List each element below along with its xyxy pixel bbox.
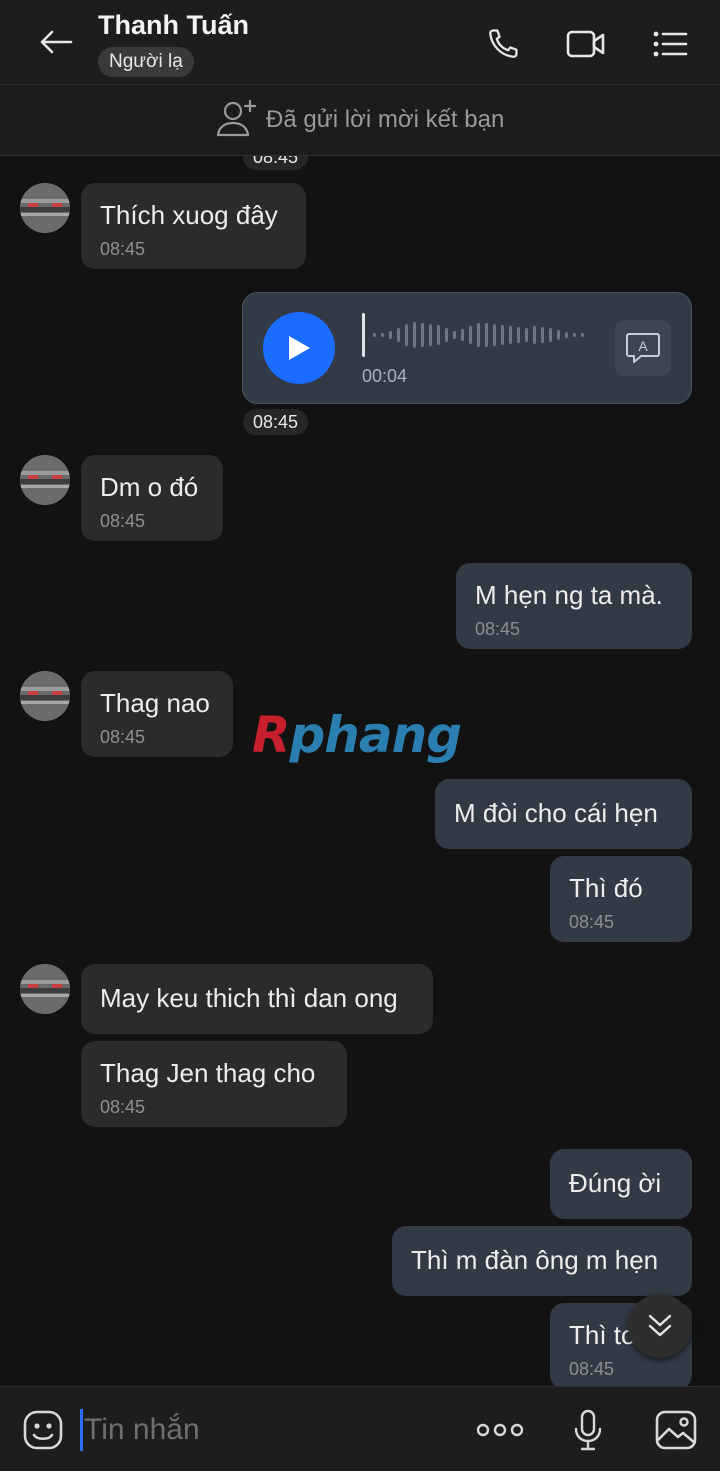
add-friend-icon — [216, 99, 257, 137]
contact-avatar[interactable] — [20, 671, 70, 721]
scroll-to-bottom-button[interactable] — [628, 1294, 692, 1358]
sticker-smiley-icon — [23, 1410, 63, 1450]
chat-options-button[interactable] — [650, 24, 690, 64]
message-input-bar — [0, 1386, 720, 1471]
voice-record-button[interactable] — [566, 1407, 610, 1453]
contact-name[interactable]: Thanh Tuấn — [98, 10, 249, 41]
message-bubble[interactable]: May keu thich thì dan ong — [81, 964, 433, 1034]
double-chevron-down-icon — [648, 1314, 672, 1337]
list-menu-icon — [653, 31, 688, 57]
more-dots-icon — [476, 1423, 524, 1437]
image-gallery-icon — [655, 1410, 697, 1450]
contact-avatar[interactable] — [20, 183, 70, 233]
message-time: 08:45 — [569, 912, 615, 932]
message-text: Thì m đàn ông m hẹn — [411, 1245, 659, 1275]
voice-message-bubble[interactable]: 00:04 A — [242, 292, 692, 404]
voice-call-button[interactable] — [483, 24, 523, 64]
message-bubble[interactable]: Đúng ời — [550, 1149, 692, 1219]
message-text: Thag Jen thag cho — [100, 1058, 316, 1088]
message-bubble[interactable]: M hẹn ng ta mà. 08:45 — [456, 563, 692, 649]
message-text: Đúng ời — [569, 1168, 662, 1198]
message-bubble[interactable]: Thì đó 08:45 — [550, 856, 692, 942]
message-bubble[interactable]: Thích xuog đây 08:45 — [81, 183, 306, 269]
sticker-button[interactable] — [20, 1408, 66, 1452]
message-text: Thích xuog đây — [100, 200, 278, 230]
phone-icon — [489, 29, 518, 58]
voice-duration: 00:04 — [362, 366, 408, 386]
video-call-button[interactable] — [566, 24, 606, 64]
time-chip: 08:45 — [243, 409, 309, 435]
message-bubble[interactable]: Thag nao 08:45 — [81, 671, 233, 757]
message-text: M hẹn ng ta mà. — [475, 580, 663, 610]
message-bubble[interactable]: Dm o đó 08:45 — [81, 455, 223, 541]
play-button[interactable] — [263, 312, 335, 384]
chat-header: Thanh Tuấn Người lạ — [0, 0, 720, 84]
message-time: 08:45 — [100, 511, 146, 531]
video-camera-icon — [566, 30, 605, 58]
arrow-left-icon — [40, 30, 73, 54]
svg-text:A: A — [638, 338, 648, 354]
microphone-icon — [574, 1409, 602, 1451]
watermark-logo: Rphang — [252, 706, 462, 764]
message-list[interactable]: 08:45 Thích xuog đây 08:45 00:04 A 08:45… — [0, 156, 720, 1386]
friend-request-bar: Đã gửi lời mời kết bạn — [0, 84, 720, 156]
message-text: Dm o đó — [100, 472, 199, 502]
message-text: Thag nao — [100, 688, 210, 718]
speech-to-text-icon: A — [626, 333, 660, 363]
time-chip: 08:45 — [243, 156, 309, 170]
message-text: May keu thich thì dan ong — [100, 983, 398, 1013]
message-time: 08:45 — [100, 1097, 146, 1117]
message-time: 08:45 — [100, 239, 146, 259]
message-text: M đòi cho cái hẹn — [454, 798, 658, 828]
message-bubble[interactable]: Thag Jen thag cho 08:45 — [81, 1041, 347, 1127]
contact-avatar[interactable] — [20, 455, 70, 505]
friend-request-status: Đã gửi lời mời kết bạn — [266, 106, 505, 133]
message-bubble[interactable]: M đòi cho cái hẹn — [435, 779, 692, 849]
message-text: Thì đó — [569, 873, 643, 903]
text-cursor — [80, 1409, 83, 1451]
play-icon — [289, 336, 310, 360]
message-time: 08:45 — [100, 727, 146, 747]
message-bubble[interactable]: Thì m đàn ông m hẹn — [392, 1226, 692, 1296]
message-input[interactable] — [84, 1407, 464, 1453]
transcribe-button[interactable]: A — [615, 320, 671, 376]
stranger-badge: Người lạ — [98, 47, 194, 77]
more-options-button[interactable] — [474, 1412, 526, 1448]
message-time: 08:45 — [475, 619, 521, 639]
image-picker-button[interactable] — [652, 1408, 700, 1452]
message-time: 08:45 — [569, 1359, 615, 1379]
contact-avatar[interactable] — [20, 964, 70, 1014]
waveform — [362, 313, 584, 357]
back-button[interactable] — [34, 22, 78, 62]
